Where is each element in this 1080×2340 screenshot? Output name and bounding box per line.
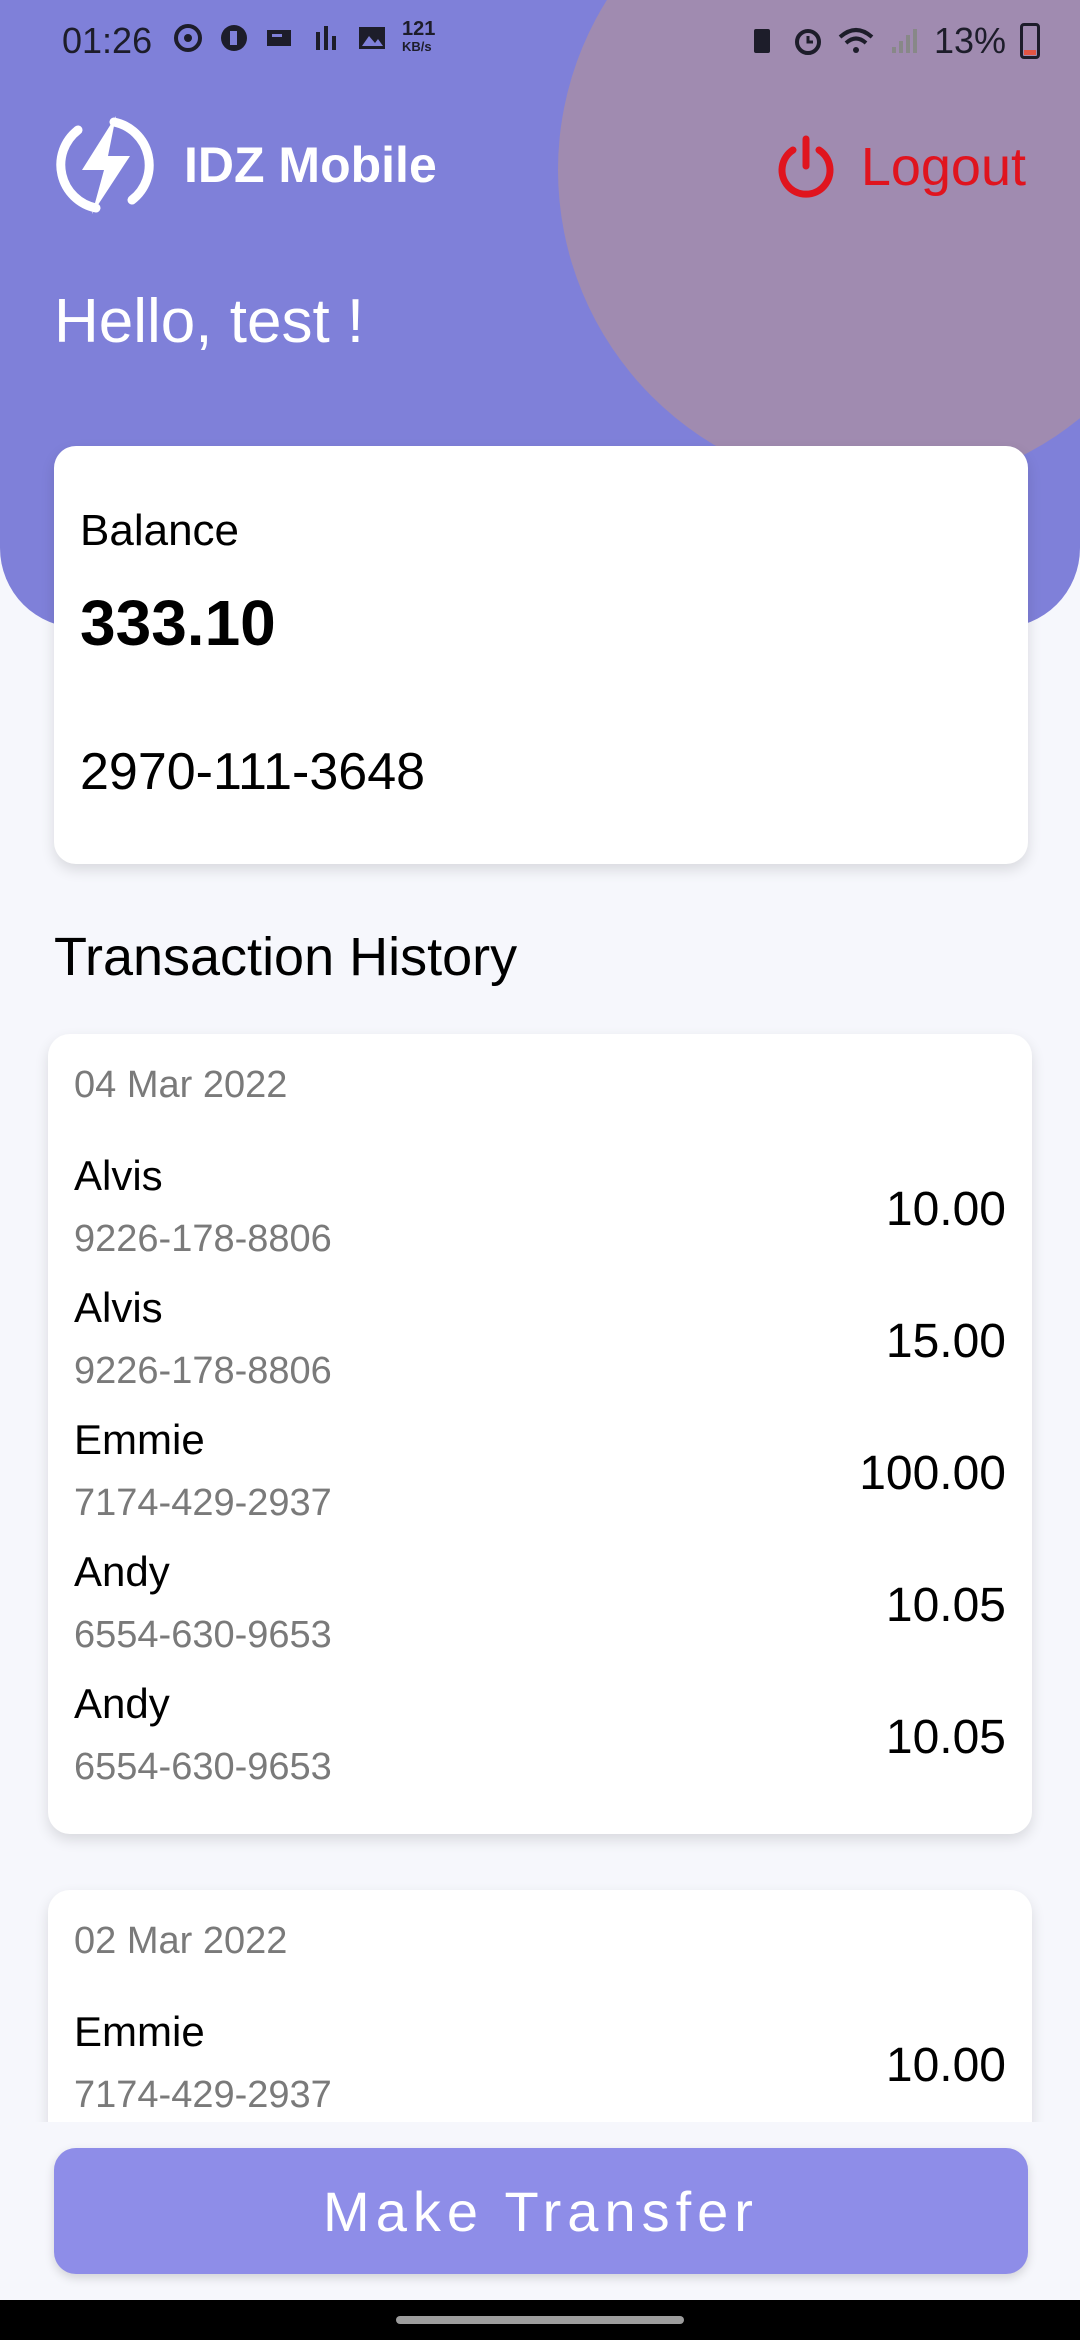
transaction-row[interactable]: Alvis 9226-178-8806 10.00 bbox=[74, 1152, 1006, 1284]
transaction-account: 7174-429-2937 bbox=[74, 1482, 332, 1524]
system-navigation-bar bbox=[0, 2300, 1080, 2340]
power-icon bbox=[778, 135, 834, 198]
app-notification-icon bbox=[221, 25, 247, 51]
transaction-row[interactable]: Emmie 7174-429-2937 100.00 bbox=[74, 1416, 1006, 1548]
transaction-row[interactable]: Andy 6554-630-9653 10.05 bbox=[74, 1548, 1006, 1680]
app-name: IDZ Mobile bbox=[184, 137, 437, 193]
transaction-date: 02 Mar 2022 bbox=[74, 1920, 288, 1962]
transaction-name: Alvis bbox=[74, 1284, 163, 1331]
transaction-group: 04 Mar 2022 Alvis 9226-178-8806 10.00 Al… bbox=[48, 1034, 1032, 1834]
transaction-amount: 10.05 bbox=[885, 1711, 1006, 1764]
home-gesture-pill[interactable] bbox=[396, 2316, 684, 2324]
balance-label: Balance bbox=[80, 506, 240, 555]
transaction-date: 04 Mar 2022 bbox=[74, 1064, 288, 1106]
logout-label: Logout bbox=[860, 137, 1026, 197]
transaction-amount: 15.00 bbox=[885, 1315, 1006, 1368]
balance-amount: 333.10 bbox=[80, 587, 276, 659]
transaction-row[interactable]: Emmie 7174-429-2937 10.00 bbox=[74, 2008, 1006, 2140]
recycle-icon bbox=[753, 29, 770, 53]
transaction-account: 9226-178-8806 bbox=[74, 1350, 332, 1392]
logout-button[interactable]: Logout bbox=[773, 134, 1026, 200]
battery-icon bbox=[1020, 23, 1040, 59]
transaction-amount: 100.00 bbox=[859, 1447, 1006, 1500]
balance-card: Balance 333.10 2970-111-3648 bbox=[54, 446, 1028, 864]
transaction-account: 6554-630-9653 bbox=[74, 1614, 332, 1656]
transaction-row[interactable]: Alvis 9226-178-8806 15.00 bbox=[74, 1284, 1006, 1416]
transaction-name: Alvis bbox=[74, 1152, 163, 1199]
status-icons: 121 KB/s bbox=[172, 18, 436, 56]
sync-icon bbox=[174, 24, 202, 52]
transaction-account: 6554-630-9653 bbox=[74, 1746, 332, 1788]
image-icon bbox=[359, 27, 385, 49]
battery-percent: 13% bbox=[933, 20, 1006, 61]
app-logo-icon bbox=[56, 116, 154, 214]
transaction-account: 7174-429-2937 bbox=[74, 2074, 332, 2116]
alarm-icon bbox=[794, 29, 821, 55]
transaction-amount: 10.05 bbox=[885, 1579, 1006, 1632]
transaction-row[interactable]: Andy 6554-630-9653 10.05 bbox=[74, 1680, 1006, 1812]
chart-icon bbox=[316, 26, 336, 50]
transaction-account: 9226-178-8806 bbox=[74, 1218, 332, 1260]
transaction-name: Andy bbox=[74, 1548, 170, 1595]
signal-icon bbox=[891, 29, 917, 53]
transaction-amount: 10.00 bbox=[885, 1183, 1006, 1236]
transaction-name: Emmie bbox=[74, 1416, 205, 1463]
status-right: 13% bbox=[746, 20, 1040, 62]
wifi-icon bbox=[838, 28, 874, 53]
transaction-name: Andy bbox=[74, 1680, 170, 1727]
make-transfer-button[interactable]: Make Transfer bbox=[54, 2148, 1028, 2274]
status-bar: 01:26 121 KB/s 13% bbox=[0, 0, 1080, 84]
transaction-history-title: Transaction History bbox=[54, 927, 518, 987]
greeting: Hello, test ! bbox=[54, 287, 365, 356]
network-speed: 121 KB/s bbox=[402, 18, 436, 54]
message-icon bbox=[267, 30, 291, 46]
transaction-name: Emmie bbox=[74, 2008, 205, 2055]
transaction-amount: 10.00 bbox=[885, 2039, 1006, 2092]
status-time: 01:26 bbox=[62, 20, 153, 61]
account-number: 2970-111-3648 bbox=[80, 743, 426, 801]
